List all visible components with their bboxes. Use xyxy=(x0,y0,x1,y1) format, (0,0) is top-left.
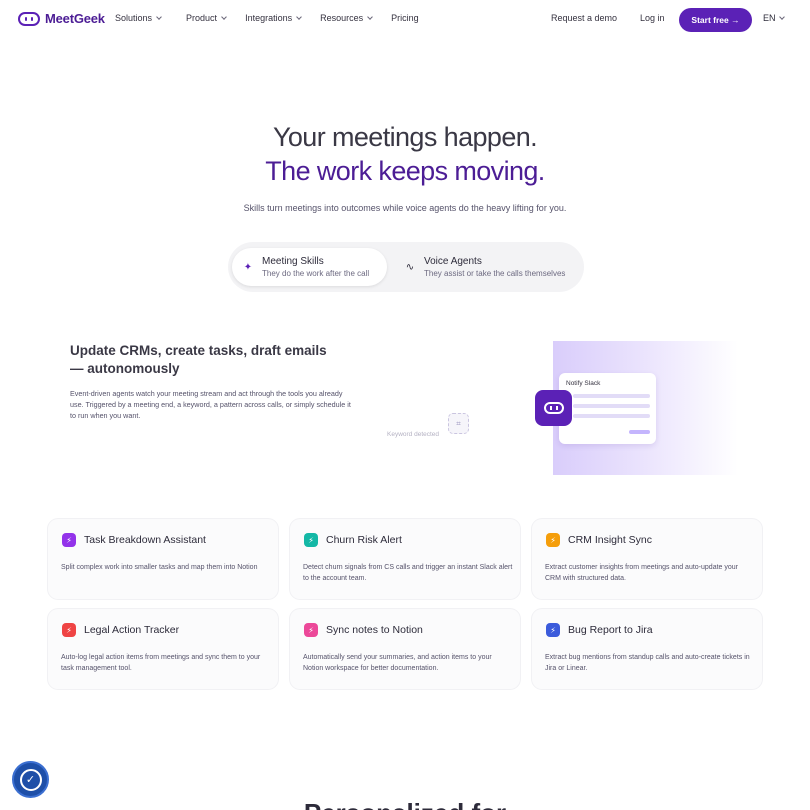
placeholder-line xyxy=(573,394,650,398)
scan-icon: ⌗ xyxy=(448,413,469,434)
section-heading: Personalized for xyxy=(0,798,810,810)
card-title: Legal Action Tracker xyxy=(84,624,180,636)
tab-subtitle: They assist or take the calls themselves xyxy=(424,269,566,278)
chevron-down-icon xyxy=(296,14,302,20)
skill-card-task-breakdown[interactable]: ⚡ Task Breakdown Assistant Split complex… xyxy=(48,519,278,599)
tab-voice-agents[interactable]: ∿ Voice Agents They assist or take the c… xyxy=(394,248,579,286)
top-navbar: MeetGeek Solutions Product Integrations … xyxy=(0,0,810,40)
skill-card-legal-action[interactable]: ⚡ Legal Action Tracker Auto-log legal ac… xyxy=(48,609,278,689)
keyword-detected-label: Keyword detected xyxy=(387,431,440,438)
tab-title: Meeting Skills xyxy=(262,256,324,267)
tab-subtitle: They do the work after the call xyxy=(262,269,370,278)
card-title: Task Breakdown Assistant xyxy=(84,534,206,546)
tab-meeting-skills[interactable]: ✦ Meeting Skills They do the work after … xyxy=(232,248,387,286)
logo-text: MeetGeek xyxy=(45,11,105,26)
notify-title: Notify Slack xyxy=(566,380,601,387)
feature-description: Event-driven agents watch your meeting s… xyxy=(70,389,351,420)
placeholder-line xyxy=(573,404,650,408)
waveform-icon: ∿ xyxy=(405,261,415,273)
card-title: CRM Insight Sync xyxy=(568,534,653,546)
card-title: Churn Risk Alert xyxy=(326,534,402,546)
hero-title-line1: Your meetings happen. xyxy=(272,122,538,152)
request-demo-link[interactable]: Request a demo xyxy=(551,13,617,23)
chevron-down-icon xyxy=(367,14,373,20)
accessibility-widget-button[interactable]: ✓ xyxy=(12,761,49,798)
card-description: Extract customer insights from meetings … xyxy=(545,564,738,582)
nav-product[interactable]: Product xyxy=(186,13,227,23)
chevron-down-icon xyxy=(156,14,162,20)
lightning-icon: ⚡ xyxy=(304,533,318,547)
logo-icon xyxy=(18,11,40,26)
skill-card-crm-insight[interactable]: ⚡ CRM Insight Sync Extract customer insi… xyxy=(532,519,762,599)
lightning-icon: ⚡ xyxy=(546,623,560,637)
placeholder-button xyxy=(629,430,650,434)
card-description: Automatically send your summaries, and a… xyxy=(303,654,492,672)
hero-subtitle: Skills turn meetings into outcomes while… xyxy=(243,203,567,213)
card-description: Extract bug mentions from standup calls … xyxy=(545,654,750,672)
lightning-icon: ✦ xyxy=(243,261,253,273)
agent-bot-icon xyxy=(535,390,572,426)
feature-title: Update CRMs, create tasks, draft emails … xyxy=(70,343,327,376)
login-link[interactable]: Log in xyxy=(640,13,665,23)
nav-integrations[interactable]: Integrations xyxy=(245,13,302,23)
lightning-icon: ⚡ xyxy=(62,533,76,547)
skill-card-notion-sync[interactable]: ⚡ Sync notes to Notion Automatically sen… xyxy=(290,609,520,689)
chevron-down-icon xyxy=(221,14,227,20)
nav-resources[interactable]: Resources xyxy=(320,13,373,23)
logo[interactable]: MeetGeek xyxy=(18,11,105,26)
card-description: Detect churn signals from CS calls and t… xyxy=(303,564,513,582)
card-title: Bug Report to Jira xyxy=(568,624,653,636)
nav-solutions[interactable]: Solutions xyxy=(115,13,162,23)
nav-pricing[interactable]: Pricing xyxy=(391,13,419,23)
tab-title: Voice Agents xyxy=(424,256,482,267)
card-description: Split complex work into smaller tasks an… xyxy=(61,564,258,571)
lightning-icon: ⚡ xyxy=(304,623,318,637)
card-description: Auto-log legal action items from meeting… xyxy=(61,654,261,672)
lightning-icon: ⚡ xyxy=(62,623,76,637)
chevron-down-icon xyxy=(778,14,785,20)
accessibility-icon: ✓ xyxy=(19,768,42,791)
skill-card-churn-risk[interactable]: ⚡ Churn Risk Alert Detect churn signals … xyxy=(290,519,520,599)
lightning-icon: ⚡ xyxy=(546,533,560,547)
start-free-button[interactable]: Start free → xyxy=(679,8,752,32)
language-selector[interactable]: EN xyxy=(763,13,785,23)
card-title: Sync notes to Notion xyxy=(326,624,423,636)
notify-slack-card: Notify Slack xyxy=(559,373,656,444)
nav-links: Solutions Product Integrations Resources… xyxy=(115,13,438,23)
hero-title-line2: The work keeps moving. xyxy=(265,156,545,186)
skills-agents-toggle: ✦ Meeting Skills They do the work after … xyxy=(228,242,584,292)
skill-card-bug-report[interactable]: ⚡ Bug Report to Jira Extract bug mention… xyxy=(532,609,762,689)
placeholder-line xyxy=(573,414,650,418)
